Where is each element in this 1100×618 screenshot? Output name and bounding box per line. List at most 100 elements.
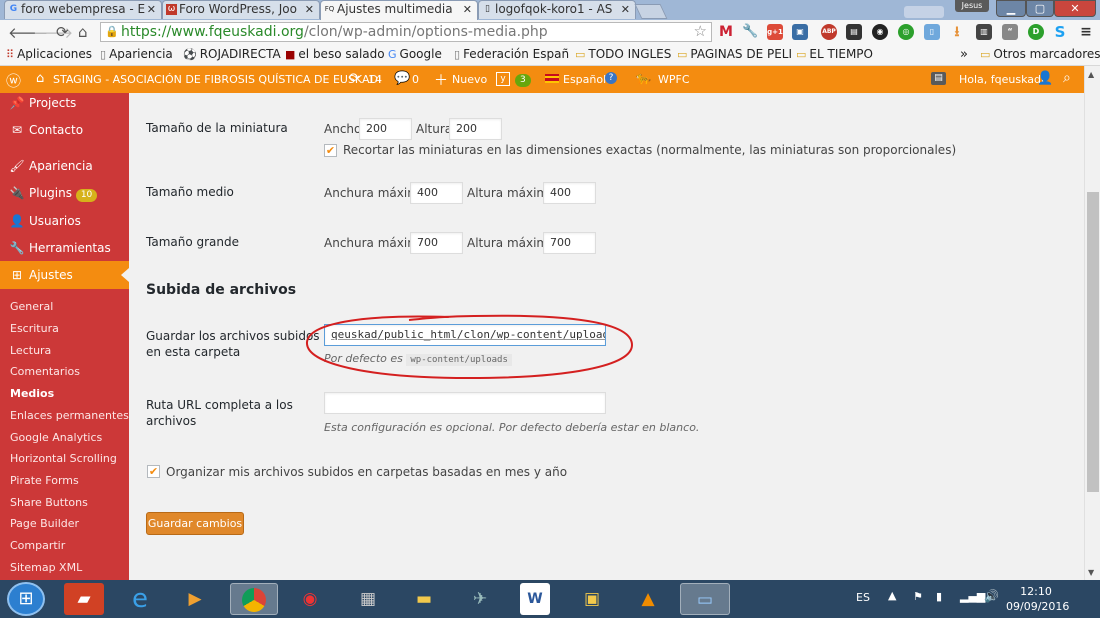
office-app-icon[interactable]: ▰ bbox=[64, 583, 104, 615]
sidebar-item-projects[interactable]: 📌 Projects bbox=[9, 96, 77, 110]
bookmark-otros-marcadores[interactable]: ▭ Otros marcadores bbox=[980, 47, 1100, 61]
thumbnail-width-input[interactable]: 200 bbox=[359, 118, 412, 140]
tab-logofqok[interactable]: ▯ logofqok-koro1 - AS ✕ bbox=[478, 0, 636, 19]
bookmark-federacion[interactable]: ▯ Federación Españ bbox=[454, 47, 569, 61]
submenu-google-analytics[interactable]: Google Analytics bbox=[10, 431, 102, 444]
wordpress-logo-icon[interactable]: ⓦ bbox=[6, 70, 21, 91]
url-path-input[interactable] bbox=[324, 392, 606, 414]
scroll-up-arrow-icon[interactable]: ▲ bbox=[1088, 70, 1094, 79]
network-app-icon[interactable]: ✈ bbox=[460, 583, 500, 615]
page-scrollbar[interactable]: ▲ ▼ bbox=[1084, 66, 1100, 580]
submenu-enlaces-permanentes[interactable]: Enlaces permanentes bbox=[10, 409, 129, 422]
menu-icon[interactable]: ≡ bbox=[1078, 24, 1094, 40]
help-icon[interactable]: ? bbox=[605, 72, 617, 84]
comments-count[interactable]: 0 bbox=[412, 73, 419, 86]
new-tab-button[interactable] bbox=[634, 4, 668, 19]
crop-thumbnails-checkbox[interactable]: ✔ bbox=[324, 144, 337, 157]
medium-height-input[interactable]: 400 bbox=[543, 182, 596, 204]
submenu-pirate-forms[interactable]: Pirate Forms bbox=[10, 474, 79, 487]
network-signal-icon[interactable]: ▂▄▆ bbox=[960, 590, 985, 603]
profile-user-tag[interactable]: Jesus bbox=[955, 0, 989, 12]
scroll-down-arrow-icon[interactable]: ▼ bbox=[1088, 568, 1094, 577]
close-tab-icon[interactable]: ✕ bbox=[147, 1, 156, 18]
internet-explorer-icon[interactable]: e bbox=[120, 583, 160, 615]
s-ext-icon[interactable]: S bbox=[1052, 24, 1068, 40]
language-switch[interactable]: Español bbox=[563, 73, 606, 86]
close-tab-icon[interactable]: ✕ bbox=[463, 1, 472, 18]
volume-icon[interactable]: 🔊 bbox=[984, 589, 999, 603]
file-explorer-icon[interactable]: ▬ bbox=[404, 583, 444, 615]
extension-icon[interactable]: 🔧 bbox=[742, 24, 758, 40]
download-icon[interactable]: ⭳ bbox=[949, 24, 965, 40]
wpfc-menu[interactable]: WPFC bbox=[658, 73, 690, 86]
large-height-input[interactable]: 700 bbox=[543, 232, 596, 254]
security-app-icon[interactable]: ◉ bbox=[290, 583, 330, 615]
updates-count[interactable]: 14 bbox=[368, 73, 382, 86]
camera-ext-icon[interactable]: ◉ bbox=[872, 24, 888, 40]
medium-width-input[interactable]: 400 bbox=[410, 182, 463, 204]
home-icon[interactable]: ⌂ bbox=[78, 23, 88, 41]
bookmark-todo-ingles[interactable]: ▭ TODO INGLES bbox=[575, 47, 671, 61]
show-hidden-icons-arrow[interactable]: ▲ bbox=[888, 589, 896, 602]
chrome-icon[interactable] bbox=[230, 583, 278, 615]
bookmarks-overflow-chevron[interactable]: » bbox=[960, 47, 968, 62]
submenu-horizontal-scrolling[interactable]: Horizontal Scrolling bbox=[10, 452, 117, 465]
notes-icon[interactable]: ▤ bbox=[931, 72, 946, 85]
tab-ajustes-multimedia[interactable]: FQ Ajustes multimedia ✕ bbox=[320, 0, 478, 20]
submenu-medios[interactable]: Medios bbox=[10, 387, 54, 400]
vlc-icon[interactable]: ▲ bbox=[628, 583, 668, 615]
scrollbar-thumb[interactable] bbox=[1087, 192, 1099, 492]
sidebar-item-herramientas[interactable]: 🔧 Herramientas bbox=[9, 241, 111, 255]
google-plus-icon[interactable]: g+1 bbox=[767, 24, 783, 40]
quote-ext-icon[interactable]: “ bbox=[1002, 24, 1018, 40]
media-player-icon[interactable]: ▶ bbox=[175, 583, 215, 615]
reload-icon[interactable]: ⟳ bbox=[56, 23, 69, 41]
d-ext-icon[interactable]: D bbox=[1028, 24, 1044, 40]
doc-ext-icon[interactable]: ▯ bbox=[924, 24, 940, 40]
bookmark-star-icon[interactable]: ☆ bbox=[694, 22, 707, 40]
printer-ext-icon[interactable]: ▥ bbox=[976, 24, 992, 40]
photos-app-icon[interactable]: ▣ bbox=[572, 583, 612, 615]
close-tab-icon[interactable]: ✕ bbox=[621, 1, 630, 18]
scanner-app-icon[interactable]: ▦ bbox=[348, 583, 388, 615]
submenu-general[interactable]: General bbox=[10, 300, 53, 313]
organize-uploads-checkbox[interactable]: ✔ bbox=[147, 465, 160, 478]
remote-desktop-icon[interactable]: ▭ bbox=[680, 583, 730, 615]
submenu-compartir[interactable]: Compartir bbox=[10, 539, 65, 552]
submenu-escritura[interactable]: Escritura bbox=[10, 322, 59, 335]
account-greeting[interactable]: Hola, fqeuskadi bbox=[959, 73, 1044, 86]
submenu-page-builder[interactable]: Page Builder bbox=[10, 517, 79, 530]
green-ext-icon[interactable]: ◎ bbox=[898, 24, 914, 40]
submenu-share-buttons[interactable]: Share Buttons bbox=[10, 496, 88, 509]
search-icon[interactable]: ⌕ bbox=[1063, 70, 1071, 86]
bookmark-google[interactable]: G Google bbox=[388, 47, 442, 61]
screenshot-ext-icon[interactable]: ▣ bbox=[792, 24, 808, 40]
power-icon[interactable]: ▮ bbox=[936, 590, 942, 603]
bookmark-el-beso-salado[interactable]: ■ el beso salado bbox=[285, 47, 385, 61]
film-ext-icon[interactable]: ▤ bbox=[846, 24, 862, 40]
sidebar-item-ajustes[interactable]: ⊞ Ajustes bbox=[9, 268, 73, 282]
sidebar-item-plugins[interactable]: 🔌 Plugins 10 bbox=[9, 186, 98, 202]
minimize-icon[interactable]: ▁ bbox=[996, 0, 1026, 17]
submenu-lectura[interactable]: Lectura bbox=[10, 344, 51, 357]
word-icon[interactable]: W bbox=[520, 583, 550, 615]
maximize-icon[interactable]: ▢ bbox=[1026, 0, 1054, 17]
language-indicator[interactable]: ES bbox=[856, 591, 870, 604]
yoast-icon[interactable]: y bbox=[496, 72, 510, 86]
bookmark-el-tiempo[interactable]: ▭ EL TIEMPO bbox=[796, 47, 873, 61]
close-tab-icon[interactable]: ✕ bbox=[305, 1, 314, 18]
site-name-link[interactable]: STAGING - ASOCIACIÓN DE FIBROSIS QUÍSTIC… bbox=[53, 73, 381, 86]
start-button-icon[interactable]: ⊞ bbox=[7, 582, 45, 616]
bookmark-apariencia[interactable]: ▯ Apariencia bbox=[100, 47, 173, 61]
submenu-sitemap-xml[interactable]: Sitemap XML bbox=[10, 561, 82, 574]
bookmark-paginas-de-peli[interactable]: ▭ PAGINAS DE PELI bbox=[677, 47, 792, 61]
sidebar-item-apariencia[interactable]: 🖌 Apariencia bbox=[9, 159, 92, 173]
thumbnail-height-input[interactable]: 200 bbox=[449, 118, 502, 140]
avatar-icon[interactable]: 👤 bbox=[1037, 71, 1053, 86]
save-changes-button[interactable]: Guardar cambios bbox=[146, 512, 244, 535]
bookmark-aplicaciones[interactable]: ⠿ Aplicaciones bbox=[6, 47, 92, 61]
large-width-input[interactable]: 700 bbox=[410, 232, 463, 254]
submenu-comentarios[interactable]: Comentarios bbox=[10, 365, 80, 378]
tab-foro-wordpress[interactable]: ω Foro WordPress, Joo ✕ bbox=[162, 0, 320, 19]
address-bar[interactable]: 🔒 https://www.fqeuskadi.org/clon/wp-admi… bbox=[100, 22, 712, 42]
